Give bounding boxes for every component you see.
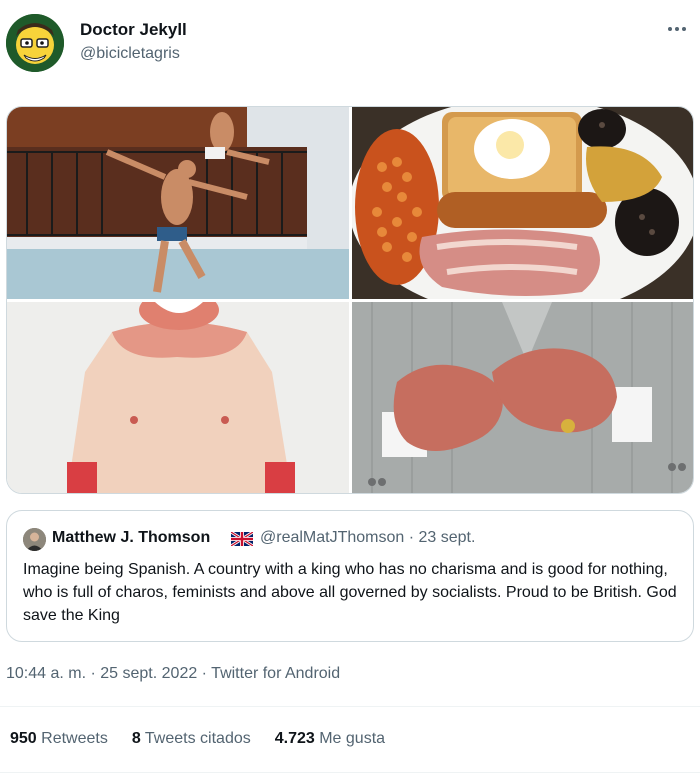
quoted-handle-date: @realMatJThomson · 23 sept. [260, 529, 476, 546]
quoted-tweet-text: Imagine being Spanish. A country with a … [23, 561, 677, 624]
cartoon-avatar-icon[interactable] [6, 14, 64, 72]
divider [0, 772, 700, 773]
retweets-label: Retweets [36, 730, 108, 747]
media-grid [6, 106, 694, 494]
quotes-label: Tweets citados [140, 730, 251, 747]
photo-sunburn[interactable] [7, 302, 349, 493]
likes-stat[interactable]: 4.723 Me gusta [275, 730, 385, 748]
quote-tweets-stat[interactable]: 8 Tweets citados [132, 730, 251, 748]
photo-hands-suit[interactable] [352, 302, 693, 493]
author-handle[interactable]: @bicicletagris [80, 45, 180, 63]
retweets-count: 950 [10, 730, 37, 747]
quoted-tweet-card[interactable]: Matthew J. Thomson @realMatJThomson · 23… [6, 510, 694, 642]
uk-flag-icon [230, 530, 254, 548]
tweet-stats: 950 Retweets 8 Tweets citados 4.723 Me g… [10, 730, 385, 748]
photo-balcony-jump[interactable] [7, 107, 349, 299]
tweet-header: Doctor Jekyll @bicicletagris [0, 0, 700, 80]
tweet-time[interactable]: 10:44 a. m. [6, 665, 86, 682]
meta-separator: · [197, 665, 212, 682]
more-options-icon[interactable] [664, 20, 690, 38]
likes-label: Me gusta [314, 730, 386, 747]
tweet-metadata: 10:44 a. m. · 25 sept. 2022 · Twitter fo… [6, 665, 340, 683]
quoted-display-name: Matthew J. Thomson [52, 529, 211, 546]
tweet-source[interactable]: Twitter for Android [211, 665, 340, 682]
tweet-date[interactable]: 25 sept. 2022 [100, 665, 197, 682]
photo-english-breakfast[interactable] [352, 107, 693, 299]
quotes-count: 8 [131, 730, 141, 747]
retweets-stat[interactable]: 950 Retweets [10, 730, 108, 748]
likes-count: 4.723 [274, 730, 315, 747]
meta-separator: · [86, 665, 101, 682]
author-display-name[interactable]: Doctor Jekyll [80, 20, 187, 40]
divider [0, 706, 700, 707]
quoted-avatar[interactable] [23, 528, 46, 551]
